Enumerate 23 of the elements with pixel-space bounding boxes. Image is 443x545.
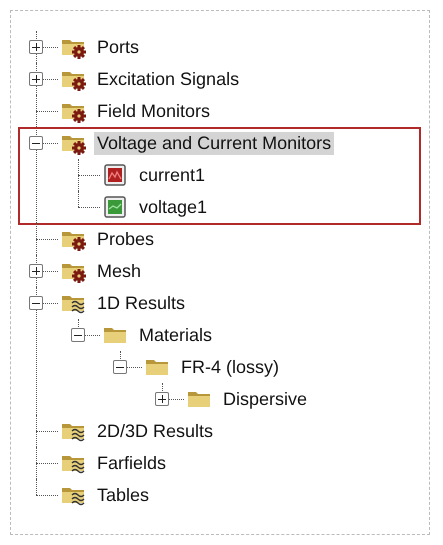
- collapse-toggle[interactable]: [29, 296, 43, 310]
- tree-item[interactable]: 2D/3D Results: [94, 420, 216, 442]
- collapse-toggle[interactable]: [71, 328, 85, 342]
- tree-item[interactable]: Mesh: [94, 260, 144, 282]
- expand-toggle[interactable]: [29, 264, 43, 278]
- tree-item[interactable]: Voltage and Current Monitors: [94, 132, 334, 154]
- expand-toggle[interactable]: [155, 392, 169, 406]
- tree-item[interactable]: FR-4 (lossy): [178, 356, 282, 378]
- collapse-toggle[interactable]: [29, 136, 43, 150]
- tree-item[interactable]: current1: [136, 164, 208, 186]
- expand-toggle[interactable]: [29, 72, 43, 86]
- tree-item[interactable]: voltage1: [136, 196, 210, 218]
- tree-item[interactable]: Probes: [94, 228, 158, 250]
- tree-item[interactable]: Excitation Signals: [94, 68, 242, 90]
- tree-item[interactable]: Dispersive: [220, 388, 310, 410]
- tree-item[interactable]: Farfields: [94, 452, 170, 474]
- tree-item[interactable]: 1D Results: [94, 292, 188, 314]
- tree-item[interactable]: Tables: [94, 484, 152, 506]
- tree-item[interactable]: Materials: [136, 324, 216, 346]
- collapse-toggle[interactable]: [113, 360, 127, 374]
- tree-item[interactable]: Ports: [94, 36, 142, 58]
- tree-item[interactable]: Field Monitors: [94, 100, 214, 122]
- expand-toggle[interactable]: [29, 40, 43, 54]
